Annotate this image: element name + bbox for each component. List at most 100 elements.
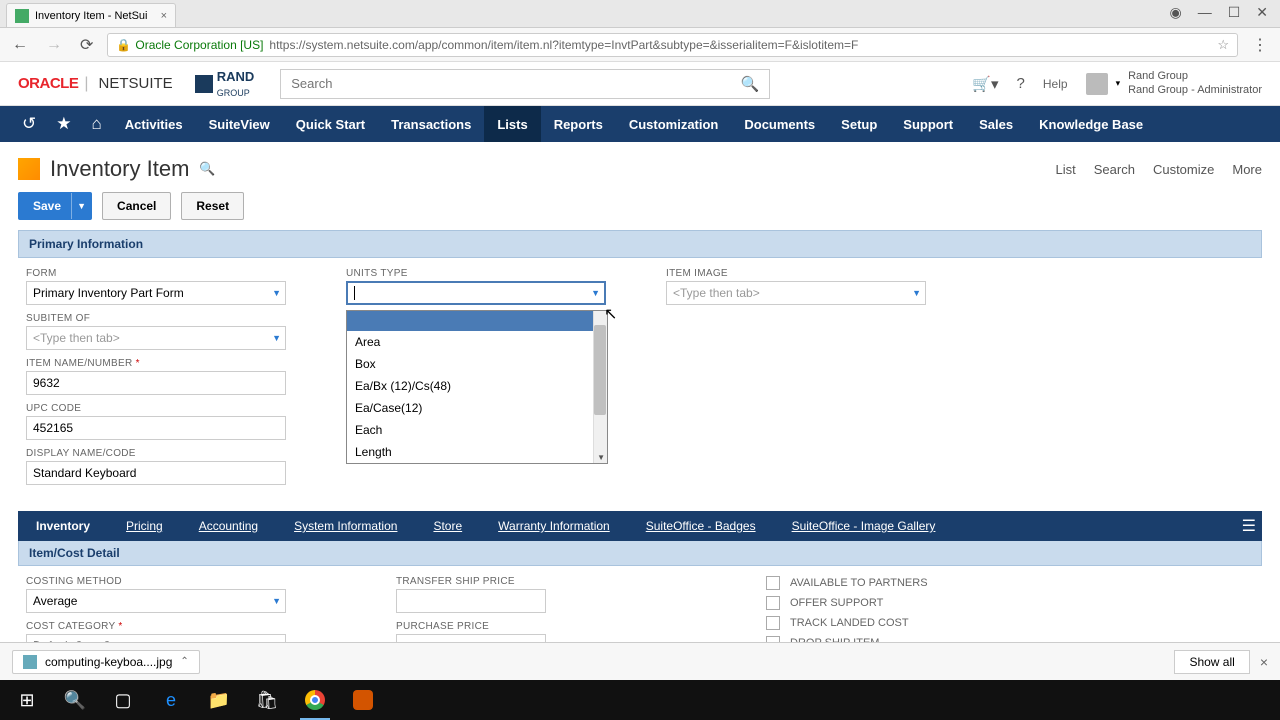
- tab-warranty-information[interactable]: Warranty Information: [480, 511, 628, 541]
- search-taskbar-icon[interactable]: 🔍: [52, 680, 98, 720]
- dropdown-item[interactable]: Ea/Case(12): [347, 397, 607, 419]
- camtasia-icon[interactable]: [340, 680, 386, 720]
- file-explorer-icon[interactable]: 📁: [196, 680, 242, 720]
- scroll-down-icon[interactable]: ▼: [597, 453, 605, 462]
- nav-suiteview[interactable]: SuiteView: [196, 106, 283, 142]
- chevron-down-icon: ▼: [912, 288, 921, 298]
- account-icon[interactable]: ◉: [1169, 4, 1181, 21]
- checkbox-label: AVAILABLE TO PARTNERS: [790, 577, 928, 589]
- favorites-icon[interactable]: ★: [46, 114, 81, 134]
- tab-pricing[interactable]: Pricing: [108, 511, 181, 541]
- chevron-up-icon[interactable]: ⌃: [180, 656, 188, 667]
- display-input[interactable]: [26, 461, 286, 485]
- section-primary-info: Primary Information: [18, 230, 1262, 258]
- back-icon[interactable]: ←: [8, 36, 32, 54]
- dropdown-item[interactable]: Ea/Bx (12)/Cs(48): [347, 375, 607, 397]
- cancel-button[interactable]: Cancel: [102, 192, 171, 220]
- global-search[interactable]: 🔍: [280, 69, 770, 99]
- nav-quick-start[interactable]: Quick Start: [283, 106, 378, 142]
- page-header: Inventory Item 🔍 ListSearchCustomizeMore: [0, 142, 1280, 192]
- browser-tab[interactable]: Inventory Item - NetSui ×: [6, 3, 176, 27]
- search-icon[interactable]: 🔍: [741, 75, 760, 93]
- page-action-more[interactable]: More: [1232, 162, 1262, 177]
- section-item-cost: Item/Cost Detail: [18, 541, 1262, 566]
- tab-accounting[interactable]: Accounting: [181, 511, 276, 541]
- purchase-label: PURCHASE PRICE: [396, 621, 656, 632]
- start-button[interactable]: ⊞: [4, 680, 50, 720]
- nav-lists[interactable]: Lists: [484, 106, 540, 142]
- tab-menu-icon[interactable]: ☰: [1242, 516, 1256, 536]
- cart-icon[interactable]: 🛒▾: [972, 75, 998, 93]
- close-icon[interactable]: ×: [161, 10, 167, 22]
- page-action-search[interactable]: Search: [1094, 162, 1135, 177]
- show-all-button[interactable]: Show all: [1174, 650, 1249, 674]
- checkbox[interactable]: [766, 596, 780, 610]
- save-dropdown-icon[interactable]: ▼: [71, 193, 91, 219]
- tab-inventory[interactable]: Inventory: [18, 511, 108, 541]
- tab-suiteoffice-badges[interactable]: SuiteOffice - Badges: [628, 511, 774, 541]
- window-close-icon[interactable]: ✕: [1256, 4, 1268, 21]
- menu-icon[interactable]: ⋮: [1248, 35, 1272, 55]
- tab-suiteoffice-image-gallery[interactable]: SuiteOffice - Image Gallery: [774, 511, 954, 541]
- tab-title: Inventory Item - NetSui: [35, 10, 155, 22]
- page-action-list[interactable]: List: [1056, 162, 1076, 177]
- nav-customization[interactable]: Customization: [616, 106, 732, 142]
- bookmark-icon[interactable]: ☆: [1217, 37, 1229, 53]
- chrome-icon[interactable]: [292, 680, 338, 720]
- window-controls: ◉ — ☐ ✕: [1157, 0, 1280, 25]
- upc-input[interactable]: [26, 416, 286, 440]
- units-select[interactable]: ▼: [346, 281, 606, 305]
- tab-system-information[interactable]: System Information: [276, 511, 415, 541]
- dropdown-item[interactable]: Length: [347, 441, 607, 463]
- checkbox[interactable]: [766, 616, 780, 630]
- transfer-input[interactable]: [396, 589, 546, 613]
- tab-store[interactable]: Store: [415, 511, 480, 541]
- nav-knowledge-base[interactable]: Knowledge Base: [1026, 106, 1156, 142]
- image-input[interactable]: <Type then tab>▼: [666, 281, 926, 305]
- url-text: https://system.netsuite.com/app/common/i…: [269, 38, 858, 52]
- edge-icon[interactable]: e: [148, 680, 194, 720]
- nav-setup[interactable]: Setup: [828, 106, 890, 142]
- nav-sales[interactable]: Sales: [966, 106, 1026, 142]
- maximize-icon[interactable]: ☐: [1228, 4, 1241, 21]
- nav-documents[interactable]: Documents: [731, 106, 828, 142]
- units-dropdown[interactable]: AreaBoxEa/Bx (12)/Cs(48)Ea/Case(12)EachL…: [346, 310, 608, 464]
- costing-select[interactable]: Average▼: [26, 589, 286, 613]
- checkbox-row: OFFER SUPPORT: [766, 596, 1026, 610]
- save-button[interactable]: Save▼: [18, 192, 92, 220]
- download-chip[interactable]: computing-keyboa....jpg ⌃: [12, 650, 200, 674]
- dropdown-item-blank[interactable]: [347, 311, 607, 331]
- search-input[interactable]: [291, 76, 740, 91]
- dropdown-item[interactable]: Box: [347, 353, 607, 375]
- reset-button[interactable]: Reset: [181, 192, 244, 220]
- help-icon[interactable]: ?: [1017, 75, 1025, 92]
- subitem-input[interactable]: <Type then tab>▼: [26, 326, 286, 350]
- scrollbar[interactable]: ▼: [593, 311, 607, 463]
- nav-support[interactable]: Support: [890, 106, 966, 142]
- history-icon[interactable]: ↺: [12, 114, 46, 134]
- scrollbar-thumb[interactable]: [594, 325, 606, 415]
- forward-icon[interactable]: →: [42, 36, 66, 54]
- form-select[interactable]: Primary Inventory Part Form▼: [26, 281, 286, 305]
- page-action-customize[interactable]: Customize: [1153, 162, 1214, 177]
- close-icon[interactable]: ×: [1260, 654, 1268, 670]
- home-icon[interactable]: ⌂: [82, 114, 112, 134]
- dropdown-item[interactable]: Each: [347, 419, 607, 441]
- inline-search-icon[interactable]: 🔍: [199, 161, 215, 177]
- rand-logo: RANDGROUP: [195, 69, 255, 99]
- nav-reports[interactable]: Reports: [541, 106, 616, 142]
- rand-badge-icon: [195, 75, 213, 93]
- url-input[interactable]: 🔒 Oracle Corporation [US] https://system…: [107, 33, 1238, 57]
- store-icon[interactable]: 🛍: [244, 680, 290, 720]
- reload-icon[interactable]: ⟳: [76, 35, 97, 55]
- chevron-down-icon: ▼: [591, 288, 600, 298]
- help-label[interactable]: Help: [1043, 77, 1068, 91]
- dropdown-item[interactable]: Area: [347, 331, 607, 353]
- nav-activities[interactable]: Activities: [112, 106, 196, 142]
- itemname-input[interactable]: [26, 371, 286, 395]
- minimize-icon[interactable]: —: [1198, 4, 1212, 21]
- user-menu[interactable]: ▾ Rand Group Rand Group - Administrator: [1086, 70, 1262, 96]
- nav-transactions[interactable]: Transactions: [378, 106, 484, 142]
- task-view-icon[interactable]: ▢: [100, 680, 146, 720]
- checkbox[interactable]: [766, 576, 780, 590]
